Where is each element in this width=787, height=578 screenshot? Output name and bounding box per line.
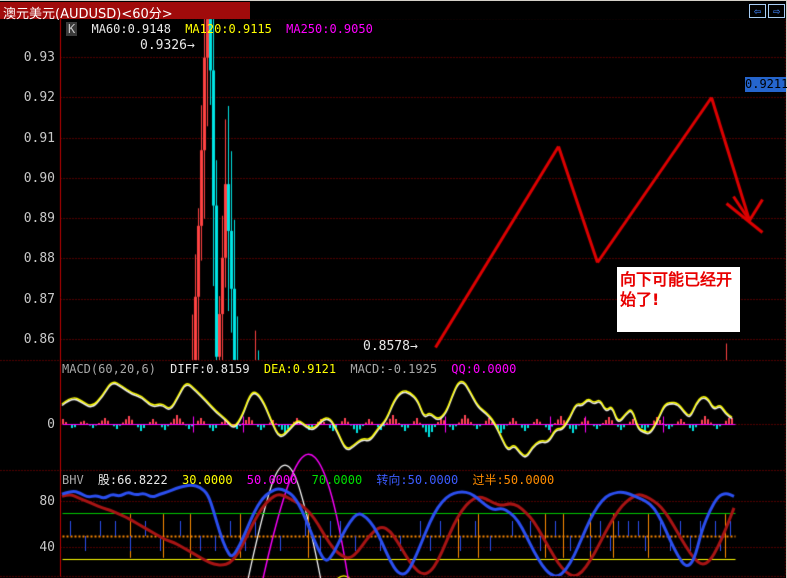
- bhv-guoban: 过半:50.0000: [472, 473, 555, 487]
- bhv-legend: BHV 股:66.8222 30.0000 50.0000 70.0000 转向…: [62, 471, 561, 488]
- title-bar: 澳元美元(AUDUSD)<60分> ⇦ ⇨: [0, 0, 787, 22]
- legend-k: K: [66, 22, 78, 36]
- y-axis-label: 0.90: [23, 171, 55, 186]
- macd-legend: MACD(60,20,6) DIFF:0.8159 DEA:0.9121 MAC…: [62, 362, 523, 376]
- macd-dea: DEA:0.9121: [263, 362, 337, 376]
- main-legend: K MA60:0.9148 MA120:0.9115 MA250:0.9050: [66, 22, 380, 36]
- bhv-gu: 股:66.8222: [97, 473, 168, 487]
- app-window: 澳元美元(AUDUSD)<60分> ⇦ ⇨ K MA60:0.9148 MA12…: [0, 0, 787, 578]
- y-axis-label: 0.86: [23, 332, 55, 347]
- macd-qq: QQ:0.0000: [451, 362, 517, 376]
- window-title: 澳元美元(AUDUSD)<60分>: [3, 7, 173, 22]
- bhv-y-label: 40: [39, 540, 55, 555]
- nav-right-button[interactable]: ⇨: [768, 4, 785, 18]
- y-axis-label: 0.93: [23, 50, 55, 65]
- y-axis-label: 0.87: [23, 292, 55, 307]
- bhv-name: BHV: [62, 473, 84, 487]
- macd-macd: MACD:-0.1925: [350, 362, 438, 376]
- low-price-label: 0.8578→: [363, 339, 418, 354]
- bhv-zhuan: 转向:50.0000: [376, 473, 459, 487]
- y-axis-label: 0.92: [23, 90, 55, 105]
- bhv-50: 50.0000: [246, 473, 298, 487]
- annotation-note: 向下可能已经开始了!: [617, 267, 740, 332]
- bhv-30: 30.0000: [181, 473, 233, 487]
- legend-ma120: MA120:0.9115: [185, 22, 272, 36]
- macd-zero-label: 0: [47, 417, 55, 432]
- bhv-70: 70.0000: [311, 473, 363, 487]
- nav-left-button[interactable]: ⇦: [749, 4, 766, 18]
- legend-ma250: MA250:0.9050: [286, 22, 373, 36]
- y-axis-label: 0.89: [23, 211, 55, 226]
- legend-ma60: MA60:0.9148: [91, 22, 171, 36]
- peak-price-label: 0.9326→: [140, 38, 195, 53]
- current-price-tag: 0.9211: [745, 77, 787, 92]
- y-axis-label: 0.88: [23, 251, 55, 266]
- macd-name: MACD(60,20,6): [62, 362, 156, 376]
- y-axis-label: 0.91: [23, 131, 55, 146]
- macd-diff: DIFF:0.8159: [170, 362, 250, 376]
- bhv-y-label: 80: [39, 494, 55, 509]
